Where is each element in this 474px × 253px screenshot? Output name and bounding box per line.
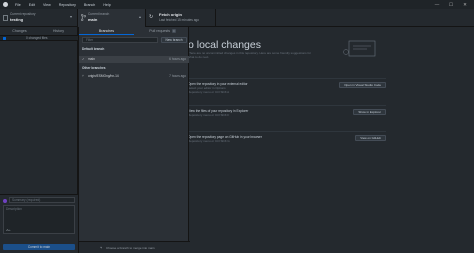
repo-value: testing [10, 17, 24, 22]
branch-row-other[interactable]: ⑂ origin/ESMOng/hn-14 7 hours ago [79, 73, 189, 80]
sync-icon: ↻ [149, 14, 154, 20]
summary-input[interactable]: Summary (required) [9, 197, 75, 203]
changed-files-header: 0 changed files [0, 35, 78, 41]
avatar [3, 199, 7, 203]
merge-into-button[interactable]: ⑂ Choose a branch to merge into main [79, 241, 190, 253]
branch-name: main [88, 57, 95, 61]
view-on-github-button[interactable]: View on GitHub [355, 135, 386, 141]
no-local-changes-heading: o local changes [188, 39, 261, 51]
open-in-vscode-button[interactable]: Open in Visual Studio Code [339, 82, 386, 88]
branch-value: main [88, 17, 98, 22]
show-explorer-action: View the files of your repository in Exp… [188, 105, 386, 121]
tab-pull-requests[interactable]: Pull requests 0 [135, 27, 190, 35]
changed-files-count: 0 changed files [26, 36, 48, 40]
maximize-icon[interactable]: ☐ [444, 0, 458, 9]
minimize-icon[interactable]: — [430, 0, 444, 9]
toolbar: Current repository testing ▾ Current bra… [0, 9, 474, 27]
title-bar: File Edit View Repository Branch Help — … [0, 0, 474, 9]
view-github-shortcut: Repository menu or Ctrl Shift G [188, 139, 230, 143]
menu-help[interactable]: Help [103, 3, 110, 7]
fetch-origin-button[interactable]: ↻ Fetch origin Last fetched 15 minutes a… [146, 9, 216, 27]
fetch-subtitle: Last fetched 15 minutes ago [159, 18, 200, 22]
fetch-title: Fetch origin [159, 12, 182, 17]
merge-icon: ⑂ [100, 245, 103, 250]
select-all-checkbox[interactable] [3, 37, 6, 40]
github-logo-icon [3, 2, 8, 7]
new-branch-button[interactable]: New branch [161, 37, 187, 43]
repo-icon [3, 15, 8, 21]
chevron-up-icon: ▴ [139, 14, 142, 19]
menu-branch[interactable]: Branch [84, 3, 95, 7]
branch-dropdown: Branches Pull requests 0 Filter New bran… [78, 27, 190, 253]
check-icon: ✓ [82, 57, 85, 61]
default-branch-header: Default branch [82, 47, 105, 51]
branch-time: 6 hours ago [169, 57, 186, 61]
open-editor-action: Open the repository in your external edi… [188, 78, 386, 94]
branch-name: origin/ESMOng/hn-14 [88, 74, 119, 78]
commit-box: Summary (required) Description ⁂+ Commit… [0, 194, 78, 253]
branch-filter-input[interactable]: Filter [82, 37, 158, 43]
empty-state-illustration [343, 40, 376, 57]
chevron-down-icon: ▾ [70, 14, 73, 19]
repo-label: Current repository [10, 12, 36, 16]
close-icon[interactable]: ✕ [458, 0, 472, 9]
commit-button[interactable]: Commit to main [3, 244, 75, 250]
branch-label: Current branch [88, 12, 110, 16]
tab-changes[interactable]: Changes [0, 27, 39, 35]
other-branches-header: Other branches [82, 66, 106, 70]
open-editor-shortcut: Repository menu or Ctrl Shift A [188, 90, 230, 94]
current-repository-button[interactable]: Current repository testing ▾ [0, 9, 78, 27]
changes-panel: Changes History 0 changed files Summary … [0, 27, 78, 253]
no-local-changes-subtext: There are no uncommitted changes in this… [188, 51, 312, 59]
view-github-action: Open the repository page on GitHub in yo… [188, 131, 386, 147]
show-explorer-shortcut: Repository menu or Ctrl Shift F [188, 113, 230, 117]
menu-view[interactable]: View [43, 3, 51, 7]
branch-icon [81, 14, 86, 21]
tab-branches[interactable]: Branches [79, 27, 134, 35]
description-placeholder: Description [6, 207, 22, 211]
branch-icon: ⑂ [82, 74, 84, 78]
description-input[interactable]: Description ⁂+ [3, 205, 75, 234]
current-branch-button[interactable]: Current branch main ▴ [78, 9, 146, 27]
tab-history[interactable]: History [39, 27, 78, 35]
branch-time: 7 hours ago [169, 74, 186, 78]
menu-edit[interactable]: Edit [29, 3, 35, 7]
branch-row-main[interactable]: ✓ main 6 hours ago [79, 56, 189, 63]
pull-requests-label: Pull requests [149, 29, 171, 33]
person-add-icon[interactable]: ⁂+ [6, 228, 11, 232]
show-in-explorer-button[interactable]: Show in Explorer [353, 109, 386, 115]
merge-into-text: Choose a branch to merge into main [106, 246, 155, 250]
menu-repository[interactable]: Repository [59, 3, 76, 7]
pr-count-badge: 0 [172, 29, 176, 33]
menu-file[interactable]: File [15, 3, 21, 7]
